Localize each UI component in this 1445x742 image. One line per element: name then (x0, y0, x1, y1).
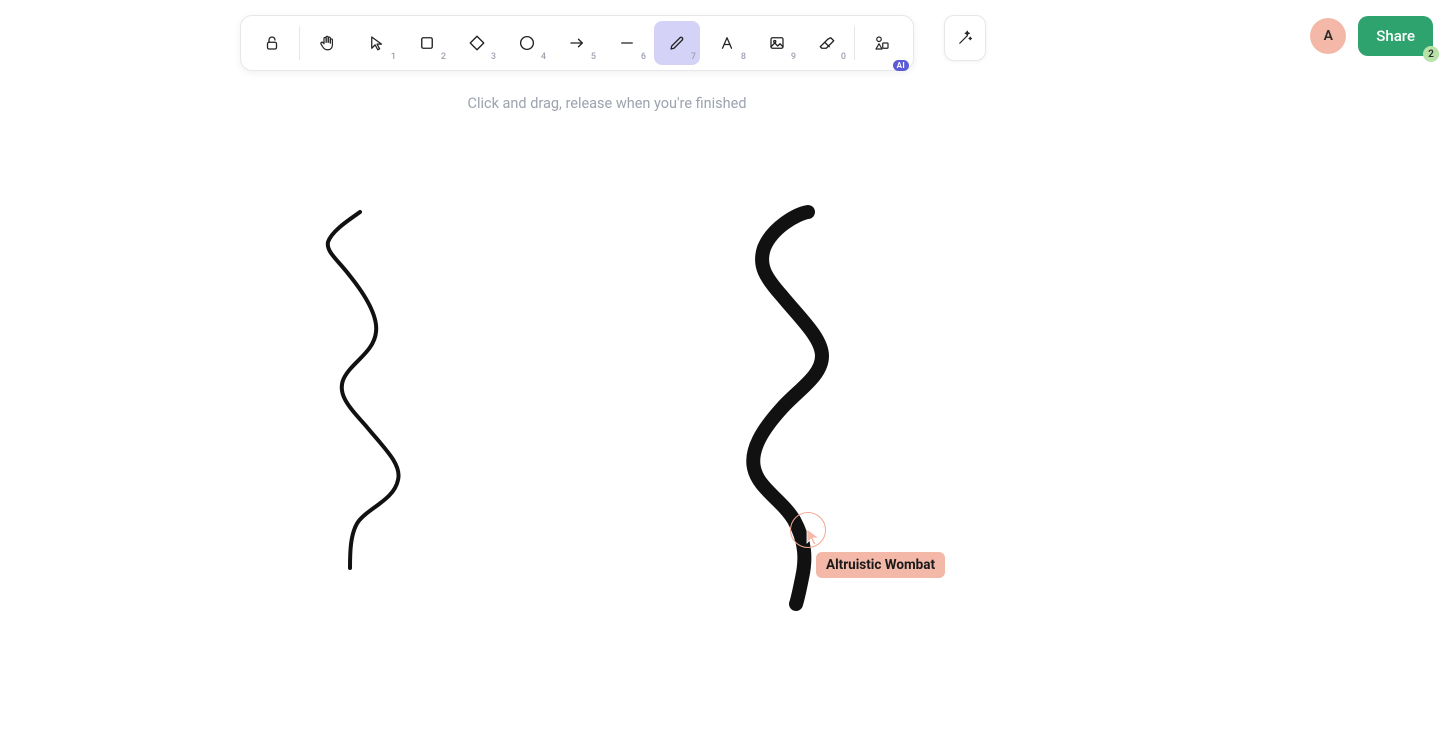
avatar-initial: A (1324, 28, 1333, 44)
text-tool[interactable]: 8 (704, 21, 750, 65)
arrow-icon (568, 34, 586, 52)
toolbar-separator (854, 26, 855, 60)
collaborator-name-label: Altruistic Wombat (816, 552, 945, 578)
ai-badge: AI (893, 60, 909, 71)
circle-icon (518, 34, 536, 52)
tool-shortcut: 9 (791, 52, 796, 62)
tool-shortcut: 0 (841, 52, 846, 62)
rectangle-tool[interactable]: 2 (404, 21, 450, 65)
collaborator-cursor-ring (790, 512, 826, 548)
toolbar: 1 2 3 4 5 6 7 8 9 0 AI (240, 15, 914, 71)
stroke-left (328, 212, 399, 568)
tool-shortcut: 4 (541, 52, 546, 62)
tool-shortcut: 1 (391, 52, 396, 62)
lock-tool[interactable] (249, 21, 295, 65)
tool-shortcut: 2 (441, 52, 446, 62)
line-tool[interactable]: 6 (604, 21, 650, 65)
draw-tool[interactable]: 7 (654, 21, 700, 65)
eraser-tool[interactable]: 0 (804, 21, 850, 65)
ellipse-tool[interactable]: 4 (504, 21, 550, 65)
share-button[interactable]: Share 2 (1358, 16, 1433, 56)
tool-shortcut: 5 (591, 52, 596, 62)
diamond-tool[interactable]: 3 (454, 21, 500, 65)
rect-icon (418, 34, 436, 52)
toolbar-separator (299, 26, 300, 60)
magic-wand-icon (956, 29, 974, 47)
pointer-icon (368, 34, 386, 52)
collaborator-cursor-icon (806, 528, 820, 546)
eraser-icon (818, 34, 836, 52)
header-right: A Share 2 (1310, 16, 1433, 56)
tool-shortcut: 6 (641, 52, 646, 62)
image-tool[interactable]: 9 (754, 21, 800, 65)
diamond-icon (468, 34, 486, 52)
share-label: Share (1376, 27, 1415, 45)
tool-shortcut: 7 (691, 52, 696, 62)
tool-shortcut: 3 (491, 52, 496, 62)
pencil-icon (668, 34, 686, 52)
hand-icon (318, 34, 336, 52)
line-icon (618, 34, 636, 52)
lock-icon (263, 34, 281, 52)
arrow-tool[interactable]: 5 (554, 21, 600, 65)
canvas-hint: Click and drag, release when you're fini… (468, 95, 747, 112)
hand-tool[interactable] (304, 21, 350, 65)
image-icon (768, 34, 786, 52)
text-icon (718, 34, 736, 52)
shapes-icon (873, 34, 891, 52)
share-count-badge: 2 (1423, 46, 1439, 62)
select-tool[interactable]: 1 (354, 21, 400, 65)
stroke-right (753, 212, 822, 604)
tool-shortcut: 8 (741, 52, 746, 62)
magic-wand-button[interactable] (944, 15, 986, 61)
shapes-tool[interactable]: AI (859, 21, 905, 65)
user-avatar[interactable]: A (1310, 18, 1346, 54)
